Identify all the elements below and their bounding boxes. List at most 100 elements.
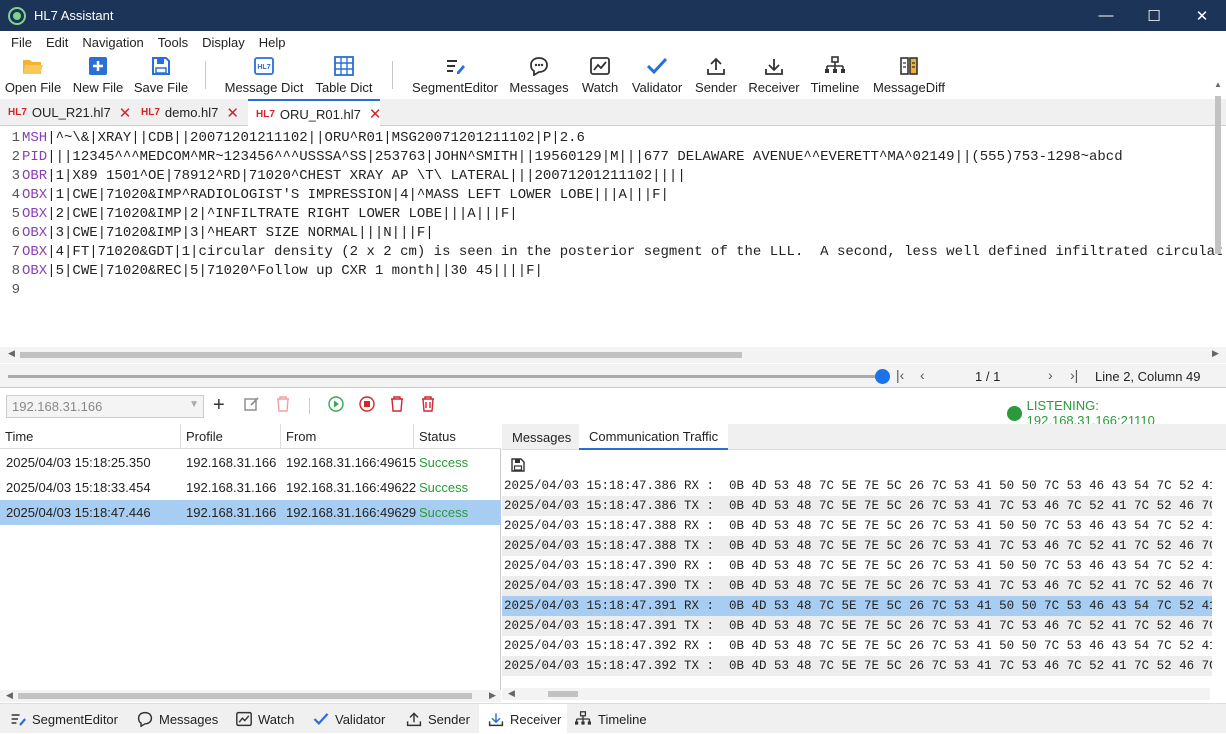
save-traffic-icon[interactable] — [511, 458, 525, 475]
messages-button[interactable]: Messages — [509, 53, 569, 98]
address-select[interactable]: 192.168.31.166 ▼ — [6, 395, 204, 418]
hl7-badge-icon: HL7 — [8, 107, 27, 118]
scrollbar-thumb[interactable] — [20, 352, 742, 358]
new-file-button[interactable]: New File — [70, 53, 126, 98]
table-dict-button[interactable]: Table Dict — [313, 53, 375, 98]
traffic-line[interactable]: 2025/04/03 15:18:47.388 TX : 0B 4D 53 48… — [502, 536, 1212, 556]
traffic-line[interactable]: 2025/04/03 15:18:47.392 RX : 0B 4D 53 48… — [502, 636, 1212, 656]
validator-button[interactable]: Validator — [628, 53, 686, 98]
table-horizontal-scrollbar[interactable]: ◀ ▶ — [0, 690, 501, 702]
dock-tab-watch[interactable]: Watch — [236, 704, 302, 734]
chat-icon — [530, 57, 548, 76]
scrollbar-thumb[interactable] — [548, 691, 578, 697]
receiver-button[interactable]: Receiver — [747, 53, 801, 98]
menu-edit[interactable]: Edit — [46, 35, 68, 50]
scroll-up-icon[interactable]: ▲ — [1214, 80, 1222, 89]
traffic-line[interactable]: 2025/04/03 15:18:47.390 RX : 0B 4D 53 48… — [502, 556, 1212, 576]
segment-editor-button[interactable]: SegmentEditor — [410, 53, 500, 98]
traffic-line[interactable]: 2025/04/03 15:18:47.388 RX : 0B 4D 53 48… — [502, 516, 1212, 536]
edit-icon[interactable] — [244, 396, 260, 417]
table-row[interactable]: 2025/04/03 15:18:47.446 192.168.31.166 192… — [0, 500, 501, 525]
start-icon[interactable] — [328, 396, 344, 417]
traffic-line[interactable]: 2025/04/03 15:18:47.386 RX : 0B 4D 53 48… — [502, 476, 1212, 496]
scroll-left-icon[interactable]: ◀ — [6, 690, 13, 701]
menu-display[interactable]: Display — [202, 35, 245, 50]
traffic-line[interactable]: 2025/04/03 15:18:47.390 TX : 0B 4D 53 48… — [502, 576, 1212, 596]
editor-line[interactable]: 6 OBX |3|CWE|71020&IMP|3|^HEART SIZE NORMA… — [0, 225, 434, 244]
scrollbar-thumb[interactable] — [1215, 96, 1221, 254]
watch-button[interactable]: Watch — [578, 53, 622, 98]
message-diff-button[interactable]: MessageDiff — [870, 53, 948, 98]
first-page-icon[interactable]: |‹ — [896, 367, 904, 383]
editor-line[interactable]: 3 OBR |1|X89 1501^OE|78912^RD|71020^CHEST … — [0, 168, 686, 187]
tab-communication-traffic[interactable]: Communication Traffic — [579, 424, 729, 450]
delete-disabled-icon[interactable] — [276, 396, 290, 417]
dock-tab-receiver[interactable]: Receiver — [479, 704, 567, 734]
editor-line[interactable]: 2 PID |||12345^^^MEDCOM^MR~123456^^^USSSA^… — [0, 149, 1123, 168]
editor-line[interactable]: 8 OBX |5|CWE|71020&REC|5|71020^Follow up C… — [0, 263, 543, 282]
hl7-editor[interactable]: 1 MSH |^~\&|XRAY||CDB||20071201211102||ORU… — [0, 127, 1226, 347]
stop-icon[interactable] — [359, 396, 375, 417]
menu-navigation[interactable]: Navigation — [82, 35, 143, 50]
menu-tools[interactable]: Tools — [158, 35, 188, 50]
zoom-slider-track[interactable] — [8, 375, 880, 378]
scroll-left-icon[interactable]: ◀ — [508, 688, 515, 699]
last-page-icon[interactable]: ›| — [1070, 367, 1078, 383]
app-logo-icon — [8, 6, 26, 25]
editor-line[interactable]: 1 MSH |^~\&|XRAY||CDB||20071201211102||ORU… — [0, 130, 585, 149]
sender-button[interactable]: Sender — [693, 53, 739, 98]
scrollbar-thumb[interactable] — [18, 693, 472, 699]
tab-oul-r21[interactable]: HL7 OUL_R21.hl7 ✕ — [0, 99, 132, 126]
tab-oru-r01[interactable]: HL7 ORU_R01.hl7 ✕ — [248, 99, 382, 127]
scroll-left-icon[interactable]: ◀ — [8, 348, 15, 359]
prev-page-icon[interactable]: ‹ — [920, 367, 925, 383]
tab-demo[interactable]: HL7 demo.hl7 ✕ — [133, 99, 245, 126]
network-tree-icon — [825, 56, 845, 73]
clear-all-icon[interactable] — [421, 396, 435, 417]
tab-messages[interactable]: Messages — [502, 424, 581, 450]
editor-line[interactable]: 9 — [0, 282, 22, 301]
editor-line[interactable]: 5 OBX |2|CWE|71020&IMP|2|^INFILTRATE RIGHT… — [0, 206, 518, 225]
traffic-vertical-scrollbar[interactable]: ▲ — [1211, 72, 1226, 682]
column-status[interactable]: Status — [414, 424, 501, 449]
dock-tab-messages[interactable]: Messages — [137, 704, 227, 734]
dock-tab-label: Receiver — [510, 711, 562, 727]
scroll-right-icon[interactable]: ▶ — [489, 690, 496, 701]
traffic-log[interactable]: 2025/04/03 15:18:47.386 RX : 0B 4D 53 48… — [502, 476, 1212, 686]
table-row[interactable]: 2025/04/03 15:18:33.454 192.168.31.166 192… — [0, 475, 501, 500]
timeline-label: Timeline — [810, 80, 860, 95]
close-tab-icon[interactable]: ✕ — [369, 105, 382, 123]
close-button[interactable]: ✕ — [1178, 0, 1226, 31]
traffic-line[interactable]: 2025/04/03 15:18:47.391 RX : 0B 4D 53 48… — [502, 596, 1212, 616]
message-dict-button[interactable]: HL7 Message Dict — [222, 53, 306, 98]
column-profile[interactable]: Profile — [181, 424, 281, 449]
clear-icon[interactable] — [390, 396, 404, 417]
traffic-line[interactable]: 2025/04/03 15:18:47.392 TX : 0B 4D 53 48… — [502, 656, 1212, 676]
dock-tab-sender[interactable]: Sender — [406, 704, 476, 734]
dock-tab-segment-editor[interactable]: SegmentEditor — [10, 704, 130, 734]
column-from[interactable]: From — [281, 424, 414, 449]
traffic-line[interactable]: 2025/04/03 15:18:47.391 TX : 0B 4D 53 48… — [502, 616, 1212, 636]
editor-horizontal-scrollbar[interactable]: ◀ ▶ — [0, 347, 1226, 363]
timeline-button[interactable]: Timeline — [808, 53, 862, 98]
zoom-slider-handle[interactable] — [875, 369, 890, 384]
traffic-horizontal-scrollbar[interactable]: ◀ — [502, 688, 1210, 700]
table-row[interactable]: 2025/04/03 15:18:25.350 192.168.31.166 192… — [0, 450, 501, 475]
menu-help[interactable]: Help — [259, 35, 286, 50]
traffic-line[interactable]: 2025/04/03 15:18:47.386 TX : 0B 4D 53 48… — [502, 496, 1212, 516]
open-file-button[interactable]: Open File — [4, 53, 62, 98]
maximize-button[interactable]: ☐ — [1130, 0, 1178, 31]
close-tab-icon[interactable]: ✕ — [226, 104, 239, 122]
editor-line[interactable]: 4 OBX |1|CWE|71020&IMP^RADIOLOGIST'S IMPRE… — [0, 187, 669, 206]
add-icon[interactable]: + — [213, 394, 225, 417]
cell-profile: 192.168.31.166 — [186, 505, 277, 520]
editor-line[interactable]: 7 OBX |4|FT|71020&GDT|1|circular density (… — [0, 244, 1224, 263]
dock-tab-timeline[interactable]: Timeline — [574, 704, 654, 734]
minimize-button[interactable]: — — [1082, 0, 1130, 31]
close-tab-icon[interactable]: ✕ — [119, 104, 132, 122]
column-time[interactable]: Time — [0, 424, 181, 449]
menu-file[interactable]: File — [11, 35, 32, 50]
dock-tab-validator[interactable]: Validator — [313, 704, 393, 734]
next-page-icon[interactable]: › — [1048, 367, 1053, 383]
save-file-button[interactable]: Save File — [133, 53, 189, 98]
